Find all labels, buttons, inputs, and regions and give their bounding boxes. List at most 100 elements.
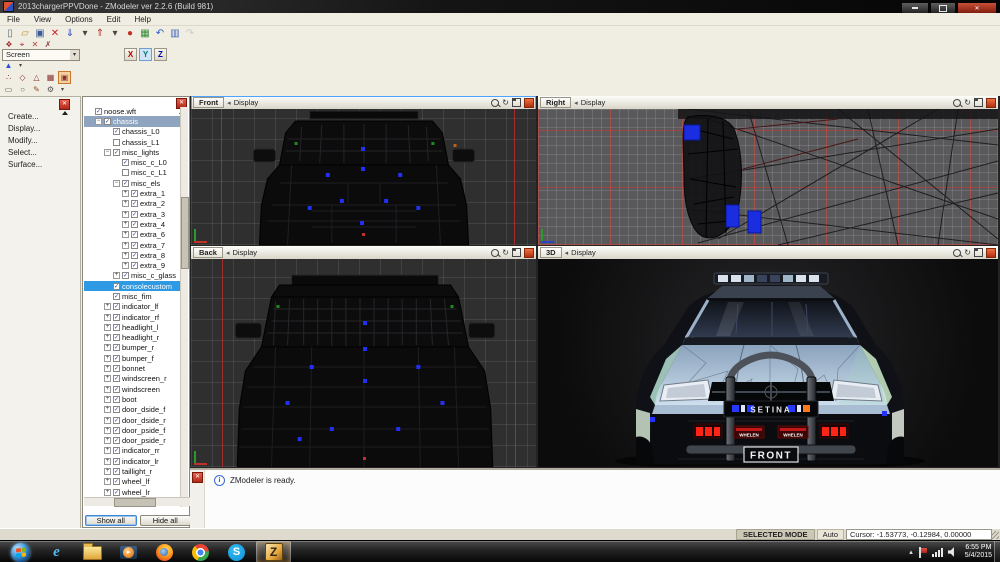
viewport-close-icon[interactable] xyxy=(986,98,996,108)
command-display[interactable]: Display... xyxy=(0,121,80,133)
speaker-icon[interactable] xyxy=(948,547,958,558)
chevron-left-icon[interactable]: ◂ xyxy=(226,249,230,257)
tree-checkbox[interactable]: ✓ xyxy=(113,283,120,290)
tree-item-chassis[interactable]: −✓chassis xyxy=(84,116,182,126)
zoom-icon[interactable] xyxy=(953,99,961,107)
export-file-icon[interactable]: ⇑ xyxy=(93,27,107,40)
tree-checkbox[interactable]: ✓ xyxy=(104,118,111,125)
tree-expander-icon[interactable]: + xyxy=(104,314,111,321)
tree-item-door_dside_f[interactable]: +✓door_dside_f xyxy=(84,405,182,415)
tree-checkbox[interactable]: ✓ xyxy=(95,108,102,115)
tree-item-misc_lights[interactable]: −✓misc_lights xyxy=(84,147,182,157)
maximize-viewport-icon[interactable] xyxy=(512,248,521,257)
tree-expander-icon[interactable]: − xyxy=(95,118,102,125)
tree-checkbox[interactable]: ✓ xyxy=(131,211,138,218)
tree-expander-icon[interactable]: + xyxy=(104,303,111,310)
open-folder-icon[interactable]: ▱ xyxy=(18,27,32,40)
tree-checkbox[interactable]: ✓ xyxy=(131,200,138,207)
display-menu[interactable]: Display xyxy=(581,98,606,107)
command-select[interactable]: Select... xyxy=(0,145,80,157)
export-options-dropdown-icon[interactable]: ▾ xyxy=(108,27,122,40)
tree-item-taillight_r[interactable]: +✓taillight_r xyxy=(84,466,182,476)
viewport-name-tab[interactable]: Front xyxy=(193,97,224,108)
chevron-left-icon[interactable]: ◂ xyxy=(227,99,231,107)
command-create[interactable]: Create... xyxy=(0,109,80,121)
tree-expander-icon[interactable]: + xyxy=(113,272,120,279)
tree-checkbox[interactable]: ✓ xyxy=(122,159,129,166)
tree-expander-icon[interactable]: + xyxy=(104,417,111,424)
tree-item-extra_6[interactable]: +✓extra_6 xyxy=(84,230,182,240)
import-file-icon[interactable]: ⇓ xyxy=(63,27,77,40)
tree-item-boot[interactable]: +✓boot xyxy=(84,394,182,404)
tree-checkbox[interactable] xyxy=(113,139,120,146)
panels-toggle-icon[interactable]: ▥ xyxy=(168,27,182,40)
axis-z-button[interactable]: Z xyxy=(154,48,167,61)
tree-item-chassis_L1[interactable]: chassis_L1 xyxy=(84,137,182,147)
tree-checkbox[interactable]: ✓ xyxy=(113,468,120,475)
tree-expander-icon[interactable]: + xyxy=(104,324,111,331)
scrollbar-thumb[interactable] xyxy=(181,197,189,269)
tray-expand-icon[interactable]: ▴ xyxy=(909,548,913,556)
tree-item-door_pside_r[interactable]: +✓door_pside_r xyxy=(84,436,182,446)
taskbar-app-skype[interactable]: S xyxy=(220,542,253,562)
tree-expander-icon[interactable]: + xyxy=(104,355,111,362)
tree-checkbox[interactable]: ✓ xyxy=(113,417,120,424)
taskbar-app-media-player[interactable]: ▸ xyxy=(112,542,145,562)
delete-icon[interactable]: ✕ xyxy=(48,27,62,40)
scrollbar-thumb[interactable] xyxy=(114,498,156,507)
tree-expander-icon[interactable]: + xyxy=(122,252,129,259)
undo-icon[interactable]: ↶ xyxy=(153,27,167,40)
tree-checkbox[interactable]: ✓ xyxy=(113,149,120,156)
axis-x-button[interactable]: X xyxy=(124,48,137,61)
tree-item-extra_8[interactable]: +✓extra_8 xyxy=(84,250,182,260)
tree-horizontal-scrollbar[interactable] xyxy=(84,497,190,506)
zoom-icon[interactable] xyxy=(953,249,961,257)
tree-checkbox[interactable]: ✓ xyxy=(113,478,120,485)
tree-checkbox[interactable]: ✓ xyxy=(113,334,120,341)
tree-expander-icon[interactable]: + xyxy=(122,190,129,197)
orbit-icon[interactable]: ↻ xyxy=(502,99,509,107)
tree-item-headlight_l[interactable]: +✓headlight_l xyxy=(84,322,182,332)
taskbar-clock[interactable]: 6:55 PM 5/4/2015 xyxy=(965,544,992,560)
menu-edit[interactable]: Edit xyxy=(100,15,128,24)
tree-item-consolecustom[interactable]: ✓consolecustom xyxy=(84,281,182,291)
tree-item-misc_c_glass[interactable]: +✓misc_c_glass xyxy=(84,271,182,281)
viewport-back-canvas[interactable] xyxy=(191,259,536,467)
tree-expander-icon[interactable]: + xyxy=(104,427,111,434)
tree-expander-icon[interactable]: + xyxy=(104,437,111,444)
tree-expander-icon[interactable]: + xyxy=(122,221,129,228)
viewport-3d-canvas[interactable]: SETINA WHELEN WHELEN FRONT xyxy=(538,259,998,467)
viewport-close-icon[interactable] xyxy=(986,248,996,258)
select-rectangle-icon[interactable]: ▭ xyxy=(2,83,15,96)
tree-expander-icon[interactable]: + xyxy=(104,458,111,465)
tree-checkbox[interactable]: ✓ xyxy=(113,386,120,393)
tree-item-extra_1[interactable]: +✓extra_1 xyxy=(84,188,182,198)
tree-item-misc_c_L1[interactable]: misc_c_L1 xyxy=(84,168,182,178)
tree-expander-icon[interactable]: + xyxy=(122,211,129,218)
tree-checkbox[interactable]: ✓ xyxy=(113,458,120,465)
hide-all-button[interactable]: Hide all xyxy=(140,515,192,526)
menu-help[interactable]: Help xyxy=(127,15,157,24)
maximize-viewport-icon[interactable] xyxy=(974,98,983,107)
select-settings-icon[interactable]: ⚙ xyxy=(44,83,57,96)
tree-expander-icon[interactable]: + xyxy=(122,200,129,207)
tree-item-extra_7[interactable]: +✓extra_7 xyxy=(84,240,182,250)
auto-toggle[interactable]: Auto xyxy=(817,529,844,540)
tree-item-windscreen[interactable]: +✓windscreen xyxy=(84,384,182,394)
select-polyline-icon[interactable]: ✎ xyxy=(30,83,43,96)
command-modify[interactable]: Modify... xyxy=(0,133,80,145)
tree-checkbox[interactable]: ✓ xyxy=(113,355,120,362)
tree-expander-icon[interactable]: − xyxy=(113,180,120,187)
taskbar-app-internet-explorer[interactable]: e xyxy=(40,542,73,562)
tree-expander-icon[interactable]: + xyxy=(122,242,129,249)
tree-checkbox[interactable]: ✓ xyxy=(113,396,120,403)
tree-expander-icon[interactable]: + xyxy=(104,375,111,382)
tree-checkbox[interactable]: ✓ xyxy=(122,272,129,279)
viewport-close-icon[interactable] xyxy=(524,98,534,108)
log-close-icon[interactable] xyxy=(192,472,203,483)
tree-expander-icon[interactable]: + xyxy=(104,489,111,496)
texture-browser-icon[interactable]: ▦ xyxy=(138,27,152,40)
display-menu[interactable]: Display xyxy=(571,248,596,257)
tree-expander-icon[interactable]: + xyxy=(104,478,111,485)
tree-item-extra_9[interactable]: +✓extra_9 xyxy=(84,260,182,270)
